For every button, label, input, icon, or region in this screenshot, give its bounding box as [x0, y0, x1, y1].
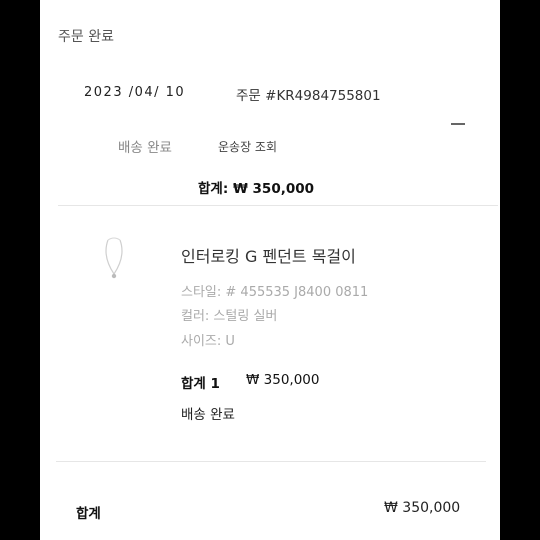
- order-date: 2023 /04/ 10: [84, 85, 186, 100]
- divider: [56, 461, 486, 462]
- order-detail-panel: 주문 완료 2023 /04/ 10 주문 #KR4984755801 배송 완…: [40, 0, 500, 540]
- tracking-link[interactable]: 운송장 조회: [218, 138, 277, 155]
- shipping-status: 배송 완료: [118, 140, 172, 156]
- order-total: 합계: ₩ 350,000: [198, 181, 315, 197]
- product-price: ₩ 350,000: [246, 372, 320, 388]
- product-quantity: 합계 1: [181, 376, 220, 392]
- collapse-minus-icon[interactable]: [451, 123, 465, 125]
- necklace-thumbnail-icon[interactable]: [100, 236, 128, 284]
- grand-total-value: ₩ 350,000: [384, 500, 461, 516]
- grand-total-label: 합계: [76, 506, 101, 522]
- order-number: 주문 #KR4984755801: [236, 88, 381, 104]
- page-title: 주문 완료: [58, 29, 114, 45]
- divider: [58, 205, 498, 206]
- product-color: 컬러: 스털링 실버: [181, 309, 278, 324]
- product-style: 스타일: # 455535 J8400 0811: [181, 285, 369, 300]
- product-shipping-status: 배송 완료: [181, 407, 235, 423]
- product-name[interactable]: 인터로킹 G 펜던트 목걸이: [181, 243, 356, 267]
- product-size: 사이즈: U: [181, 334, 235, 349]
